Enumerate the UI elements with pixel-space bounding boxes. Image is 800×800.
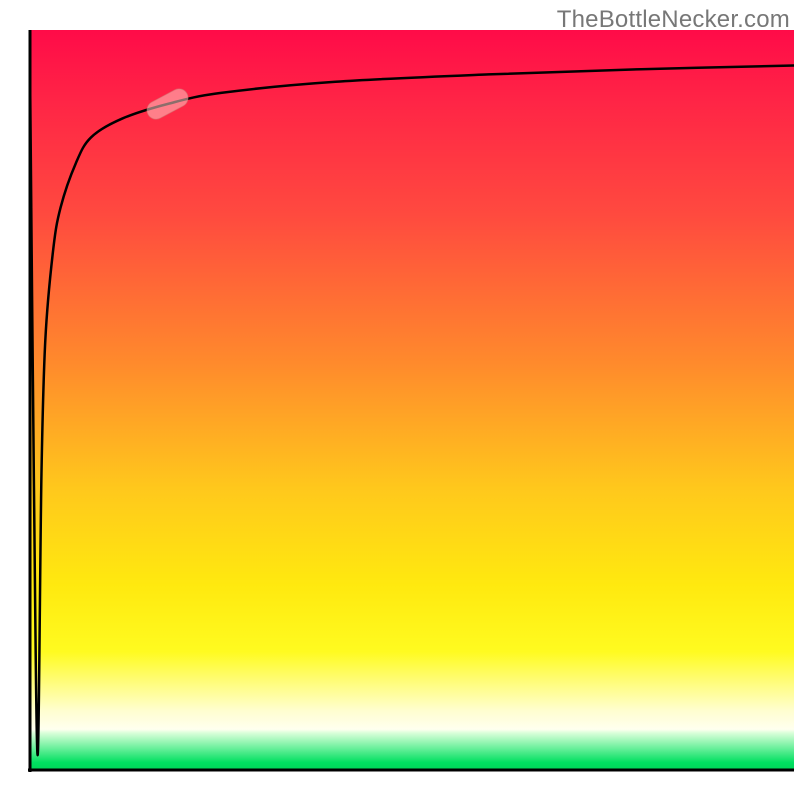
- watermark-label: TheBottleNecker.com: [557, 6, 790, 34]
- chart-container: TheBottleNecker.com: [0, 0, 800, 800]
- plot-gradient-area: [30, 30, 794, 770]
